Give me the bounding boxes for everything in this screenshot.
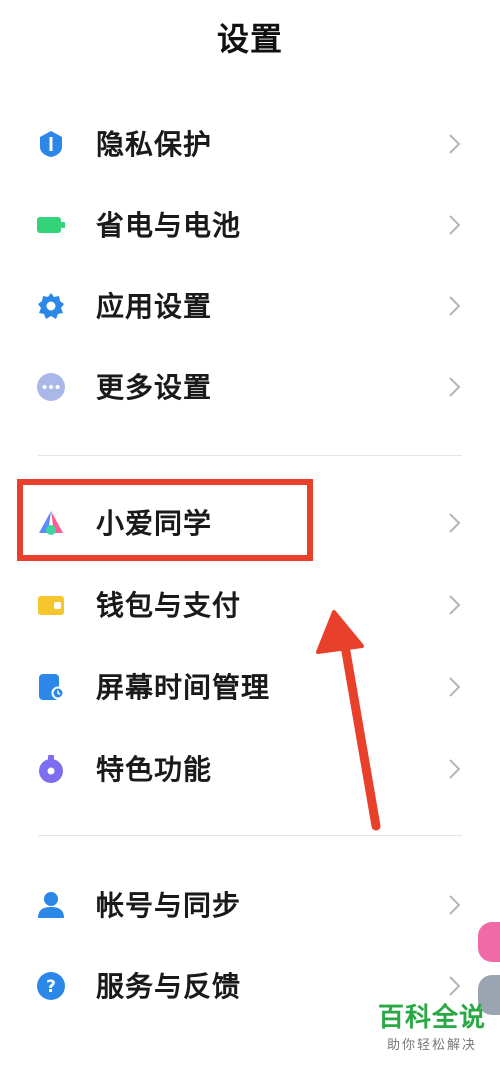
special-features-icon [39,755,63,783]
gear-icon [38,293,64,319]
settings-header: 设置 [0,0,500,78]
highlight-box [17,479,313,561]
settings-item-privacy[interactable]: 隐私保护 [0,103,500,183]
chevron-right-icon [449,677,461,697]
chevron-right-icon [449,296,461,316]
more-dots-icon [37,373,65,401]
screen-time-icon [39,674,65,700]
settings-item-screentime[interactable]: 屏幕时间管理 [0,646,500,726]
page-title: 设置 [216,20,283,58]
watermark-subtitle: 助你轻松解决 [386,1038,477,1053]
help-question-icon: ? [37,972,65,1000]
chevron-right-icon [449,377,461,397]
section-divider [38,835,462,836]
watermark-title: 百科全说 [377,1003,486,1033]
settings-item-label: 应用设置 [96,290,213,323]
chevron-right-icon [449,513,461,533]
chevron-right-icon [449,595,461,615]
chevron-right-icon [449,976,461,996]
section-divider [38,455,462,456]
chevron-right-icon [449,895,461,915]
battery-icon [37,217,65,233]
account-person-icon [38,892,64,918]
chevron-right-icon [449,759,461,779]
settings-item-label: 服务与反馈 [96,970,242,1003]
settings-item-label: 钱包与支付 [96,589,242,622]
settings-item-label: 屏幕时间管理 [96,671,271,704]
settings-item-label: 帐号与同步 [96,889,242,922]
settings-item-apps[interactable]: 应用设置 [0,265,500,345]
settings-item-label: 省电与电池 [96,209,242,242]
privacy-shield-icon [40,131,62,157]
settings-item-account[interactable]: 帐号与同步 [0,864,500,944]
chevron-right-icon [449,134,461,154]
floating-side-tab[interactable] [478,922,500,962]
settings-item-label: 隐私保护 [96,128,213,161]
settings-item-label: 更多设置 [96,371,213,404]
watermark: 百科全说 助你轻松解决 [378,997,486,1053]
settings-item-features[interactable]: 特色功能 [0,728,500,808]
settings-item-wallet[interactable]: 钱包与支付 [0,564,500,644]
wallet-icon [38,596,64,615]
svg-text:?: ? [46,977,56,997]
chevron-right-icon [449,215,461,235]
settings-item-battery[interactable]: 省电与电池 [0,184,500,264]
settings-item-label: 特色功能 [96,753,213,786]
settings-item-more[interactable]: 更多设置 [0,346,500,426]
